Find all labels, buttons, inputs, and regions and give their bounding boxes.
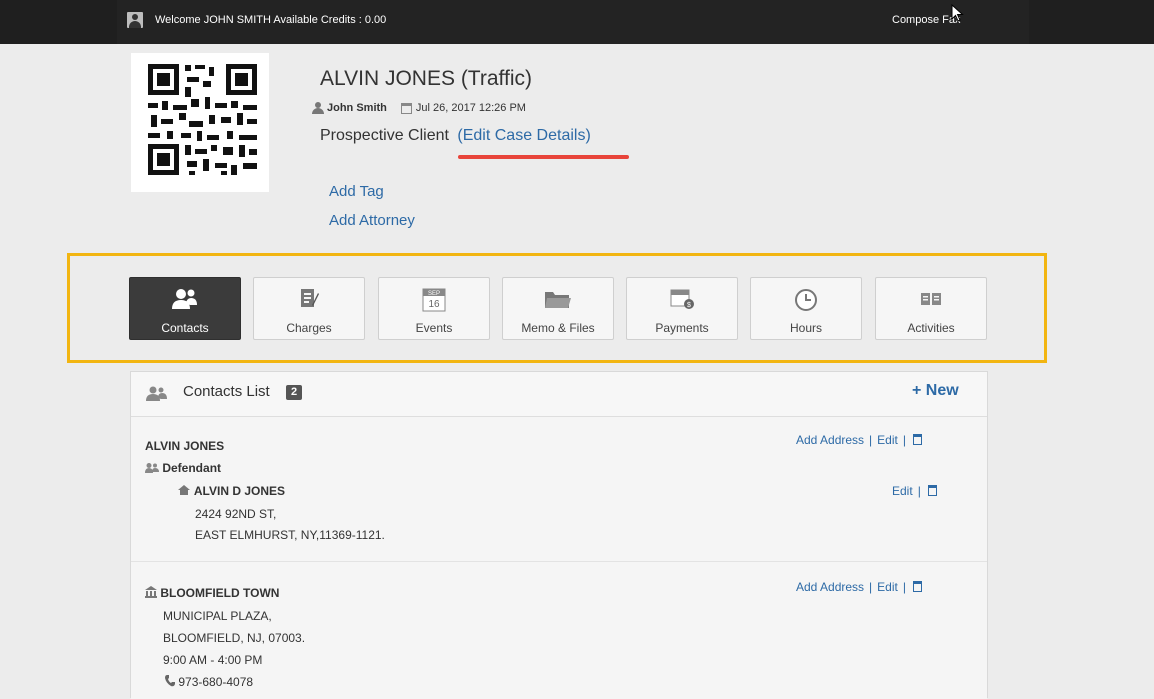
- tab-events-label: Events: [415, 321, 453, 335]
- welcome-text: Welcome JOHN SMITH Available Credits : 0…: [155, 14, 387, 26]
- tab-activities[interactable]: Activities: [875, 277, 987, 340]
- plus-icon: +: [912, 382, 922, 399]
- contact-address-line-2: BLOOMFIELD, NJ, 07003.: [163, 631, 306, 645]
- tab-hours-label: Hours: [789, 321, 822, 335]
- trash-icon[interactable]: [927, 485, 937, 496]
- folder-icon: [545, 292, 571, 308]
- trash-icon[interactable]: [912, 581, 922, 592]
- home-icon: [178, 485, 190, 495]
- add-address-link[interactable]: Add Address: [796, 433, 864, 447]
- contact-actions: Add Address | Edit |: [796, 580, 922, 594]
- contact-role: Defendant: [145, 461, 221, 475]
- case-title: ALVIN JONES (Traffic): [320, 67, 532, 90]
- address-actions: Edit |: [892, 484, 937, 498]
- new-contact-button[interactable]: + New: [912, 382, 959, 400]
- tab-charges-label: Charges: [286, 321, 332, 335]
- contact-row-alvin-jones: ALVIN JONES Defendant Add Address | Edit | …: [131, 417, 987, 562]
- defendant-icon: [145, 463, 159, 473]
- building-icon: [145, 586, 157, 598]
- contacts-panel-header: Contacts List 2 + New: [131, 372, 987, 417]
- contact-address-line-1: MUNICIPAL PLAZA,: [163, 609, 272, 623]
- address-line-2: EAST ELMHURST, NY,11369-1121.: [195, 528, 385, 542]
- annotation-underline: [458, 155, 629, 159]
- contacts-panel: Contacts List 2 + New ALVIN JONES Defend…: [130, 371, 988, 699]
- case-user-name: John Smith: [327, 102, 387, 114]
- add-tag-link[interactable]: Add Tag: [329, 183, 384, 200]
- case-status: Prospective Client: [320, 127, 449, 144]
- contacts-list-title: Contacts List: [183, 383, 270, 400]
- qr-code-image: [131, 53, 269, 192]
- edit-contact-link[interactable]: Edit: [877, 580, 898, 594]
- case-date: Jul 26, 2017 12:26 PM: [415, 102, 526, 114]
- book-icon: [921, 293, 941, 305]
- tab-payments-label: Payments: [655, 321, 709, 335]
- contact-name: BLOOMFIELD TOWN: [145, 586, 279, 600]
- calendar-icon: SEP 16: [422, 288, 446, 312]
- contact-row-bloomfield-town: BLOOMFIELD TOWN MUNICIPAL PLAZA, BLOOMFI…: [131, 562, 987, 699]
- edit-contact-link[interactable]: Edit: [877, 433, 898, 447]
- calendar-icon-month: SEP: [428, 291, 440, 297]
- tab-activities-label: Activities: [907, 321, 955, 335]
- edit-case-details-link[interactable]: (Edit Case Details): [457, 127, 590, 144]
- tab-hours[interactable]: Hours: [750, 277, 862, 340]
- mouse-cursor-icon: [951, 4, 964, 22]
- contact-actions: Add Address | Edit |: [796, 433, 922, 447]
- add-address-link[interactable]: Add Address: [796, 580, 864, 594]
- case-meta: John Smith Jul 26, 2017 12:26 PM: [312, 102, 526, 114]
- contact-name: ALVIN JONES: [145, 439, 225, 453]
- charges-icon: [301, 289, 319, 307]
- tab-contacts[interactable]: Contacts: [129, 277, 241, 340]
- qr-code-graphic: [148, 64, 257, 175]
- contact-role-label: Defendant: [162, 461, 222, 475]
- user-icon: [312, 102, 324, 114]
- contacts-icon: [172, 289, 197, 309]
- edit-address-link[interactable]: Edit: [892, 484, 913, 498]
- svg-text:$: $: [687, 302, 691, 309]
- contacts-count-badge: 2: [286, 385, 302, 400]
- user-avatar-icon[interactable]: [127, 12, 143, 28]
- phone-icon: [165, 675, 175, 687]
- tab-charges[interactable]: Charges: [253, 277, 365, 340]
- case-status-line: Prospective Client (Edit Case Details): [320, 127, 591, 145]
- address-line-1: 2424 92ND ST,: [195, 507, 277, 521]
- contact-name-label: BLOOMFIELD TOWN: [160, 586, 280, 600]
- address-name: ALVIN D JONES: [177, 484, 285, 498]
- new-contact-label: New: [925, 382, 959, 399]
- tab-contacts-label: Contacts: [161, 321, 209, 335]
- contact-hours: 9:00 AM - 4:00 PM: [163, 653, 263, 667]
- address-name-label: ALVIN D JONES: [193, 484, 286, 498]
- payments-icon: $: [670, 289, 694, 309]
- contact-phone-label[interactable]: 973-680-4078: [178, 675, 253, 689]
- contact-phone: 973-680-4078: [165, 675, 253, 689]
- tab-memo-files[interactable]: Memo & Files: [502, 277, 614, 340]
- trash-icon[interactable]: [912, 434, 922, 445]
- top-bar: Welcome JOHN SMITH Available Credits : 0…: [0, 0, 1154, 44]
- add-attorney-link[interactable]: Add Attorney: [329, 212, 415, 229]
- calendar-icon-day: 16: [428, 299, 440, 310]
- tab-memo-files-label: Memo & Files: [521, 321, 595, 335]
- contacts-list-icon: [146, 386, 167, 401]
- tab-payments[interactable]: $ Payments: [626, 277, 738, 340]
- clock-icon: [795, 289, 817, 311]
- tab-events[interactable]: SEP 16 Events: [378, 277, 490, 340]
- calendar-small-icon: [400, 102, 412, 114]
- top-bar-inner: Welcome JOHN SMITH Available Credits : 0…: [117, 0, 1029, 44]
